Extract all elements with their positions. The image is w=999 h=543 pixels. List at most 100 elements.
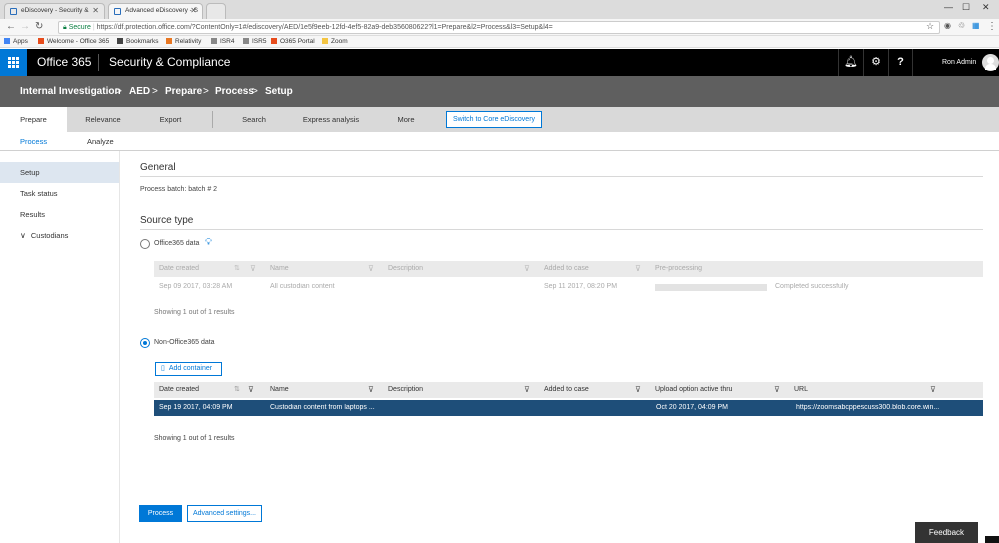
cell-upload-active-thru: Oct 20 2017, 04:09 PM (656, 404, 728, 411)
column-header-added-to-case[interactable]: Added to case (544, 386, 589, 393)
extension-icon[interactable]: ◉ (944, 21, 951, 30)
bookmark-o365-portal[interactable]: O365 Portal (271, 38, 315, 45)
filter-icon[interactable]: ⊽ (635, 385, 641, 394)
column-header-description[interactable]: Description (388, 265, 423, 272)
chevron-down-icon: ∨ (20, 231, 26, 240)
breadcrumb-item[interactable]: Prepare (165, 86, 202, 97)
close-icon[interactable]: ✕ (190, 6, 197, 15)
process-button[interactable]: Process (139, 505, 182, 522)
office365-radio[interactable] (140, 239, 150, 249)
container-icon: ▯ (161, 365, 165, 372)
column-header-added-to-case[interactable]: Added to case (544, 265, 589, 272)
help-icon[interactable]: ? (888, 49, 913, 76)
filter-icon[interactable]: ⊽ (368, 264, 374, 273)
breadcrumb-separator: > (252, 86, 258, 97)
window-close-icon[interactable]: ✕ (982, 2, 990, 13)
table-row[interactable]: Sep 09 2017, 03:28 AM All custodian cont… (154, 279, 983, 295)
gear-icon[interactable]: ⚙ (863, 49, 888, 76)
cell-date-created: Sep 09 2017, 03:28 AM (159, 283, 233, 290)
breadcrumb-item[interactable]: Internal Investigation (20, 86, 121, 97)
tab-prepare[interactable]: Prepare (0, 107, 67, 132)
lightbulb-icon[interactable]: 💡︎ (205, 237, 212, 248)
column-header-name[interactable]: Name (270, 265, 289, 272)
column-header-description[interactable]: Description (388, 386, 423, 393)
table-row-selected[interactable]: Sep 19 2017, 04:09 PM Custodian content … (154, 400, 983, 416)
bookmark-zoom[interactable]: Zoom (322, 38, 348, 45)
cell-url[interactable]: https://zoomsabcppescuss300.blob.core.wi… (796, 404, 982, 411)
filter-icon[interactable]: ⊽ (635, 264, 641, 273)
browser-tab[interactable]: eDiscovery - Security & ✕ (4, 3, 105, 19)
tab-express-analysis[interactable]: Express analysis (294, 107, 368, 132)
minimize-icon[interactable]: — (944, 2, 953, 12)
avatar-icon[interactable] (982, 54, 999, 71)
bookmark-isr5[interactable]: ISR5 (243, 38, 266, 45)
general-heading: General (140, 162, 176, 173)
filter-icon[interactable]: ⊽ (524, 385, 530, 394)
subtab-process[interactable]: Process (20, 137, 47, 146)
column-header-url[interactable]: URL (794, 386, 808, 393)
tab-search[interactable]: Search (228, 107, 280, 132)
subtab-analyze[interactable]: Analyze (87, 137, 114, 146)
sidebar-item-results[interactable]: Results (0, 204, 119, 225)
feedback-button[interactable]: Feedback (915, 522, 978, 543)
sidebar-item-task-status[interactable]: Task status (0, 183, 119, 204)
column-header-date-created[interactable]: Date created (159, 386, 199, 393)
filter-icon[interactable]: ⊽ (248, 385, 254, 394)
advanced-settings-button[interactable]: Advanced settings... (187, 505, 262, 522)
browser-tab-active[interactable]: Advanced eDiscovery - S ✕ (108, 3, 203, 19)
tab-divider (212, 111, 213, 128)
add-container-button[interactable]: ▯ Add container (155, 362, 222, 376)
tab-relevance[interactable]: Relevance (67, 107, 139, 132)
bell-icon[interactable]: 🔔︎ (838, 49, 863, 76)
bookmark-welcome[interactable]: Welcome - Office 365 (38, 38, 109, 45)
sidebar-item-custodians[interactable]: ∨ Custodians (0, 225, 119, 246)
breadcrumb-item[interactable]: Process (215, 86, 254, 97)
user-name[interactable]: Ron Admin (942, 59, 976, 66)
filter-icon[interactable]: ⊽ (368, 385, 374, 394)
non-office365-radio[interactable] (140, 338, 150, 348)
suite-name[interactable]: Security & Compliance (109, 55, 230, 69)
cell-preprocessing-status: Completed successfully (775, 283, 849, 290)
star-icon[interactable]: ☆ (926, 21, 934, 32)
secure-label: Secure (68, 24, 91, 31)
column-header-name[interactable]: Name (270, 386, 289, 393)
maximize-icon[interactable]: ☐ (962, 2, 970, 13)
bookmark-bookmarks[interactable]: Bookmarks (117, 38, 159, 45)
sort-icon[interactable]: ⇅ (234, 385, 240, 393)
breadcrumb-item-current: Setup (265, 86, 293, 97)
new-tab-button[interactable] (206, 3, 226, 19)
back-icon[interactable]: ← (6, 21, 16, 32)
tab-more[interactable]: More (385, 107, 427, 132)
filter-icon[interactable]: ⊽ (930, 385, 936, 394)
column-header-date-created[interactable]: Date created (159, 265, 199, 272)
app-name[interactable]: Office 365 (37, 55, 91, 69)
bookmark-isr4[interactable]: ISR4 (211, 38, 234, 45)
folder-icon (322, 38, 328, 44)
bookmark-relativity[interactable]: Relativity (166, 38, 201, 45)
breadcrumb-item[interactable]: AED (129, 86, 150, 97)
close-icon[interactable]: ✕ (92, 6, 99, 15)
bookmarks-bar: Apps Welcome - Office 365 Bookmarks Rela… (0, 36, 999, 48)
sidebar-item-setup[interactable]: Setup (0, 162, 119, 183)
switch-to-core-button[interactable]: Switch to Core eDiscovery (446, 111, 542, 128)
url-field[interactable]: 🔒︎ Secure | https://df.protection.office… (58, 21, 940, 34)
column-header-preprocessing[interactable]: Pre-processing (655, 265, 702, 272)
sort-icon[interactable]: ⇅ (234, 264, 240, 272)
forward-icon[interactable]: → (20, 21, 30, 32)
bookmark-apps[interactable]: Apps (4, 38, 28, 45)
divider (140, 176, 983, 177)
filter-icon[interactable]: ⊽ (774, 385, 780, 394)
breadcrumb-separator: > (116, 86, 122, 97)
app-launcher-icon[interactable] (0, 49, 27, 76)
menu-icon[interactable]: ⋮ (987, 21, 997, 32)
extension-icon[interactable]: ♲ (958, 21, 965, 30)
column-header-upload-active-thru[interactable]: Upload option active thru (655, 386, 732, 393)
windows-icon[interactable]: ▦ (972, 21, 980, 30)
page-icon (114, 8, 121, 15)
cell-name: Custodian content from laptops ... (270, 404, 375, 411)
breadcrumb-separator: > (152, 86, 158, 97)
filter-icon[interactable]: ⊽ (250, 264, 256, 273)
reload-icon[interactable]: ↻ (35, 21, 43, 32)
filter-icon[interactable]: ⊽ (524, 264, 530, 273)
tab-export[interactable]: Export (139, 107, 202, 132)
